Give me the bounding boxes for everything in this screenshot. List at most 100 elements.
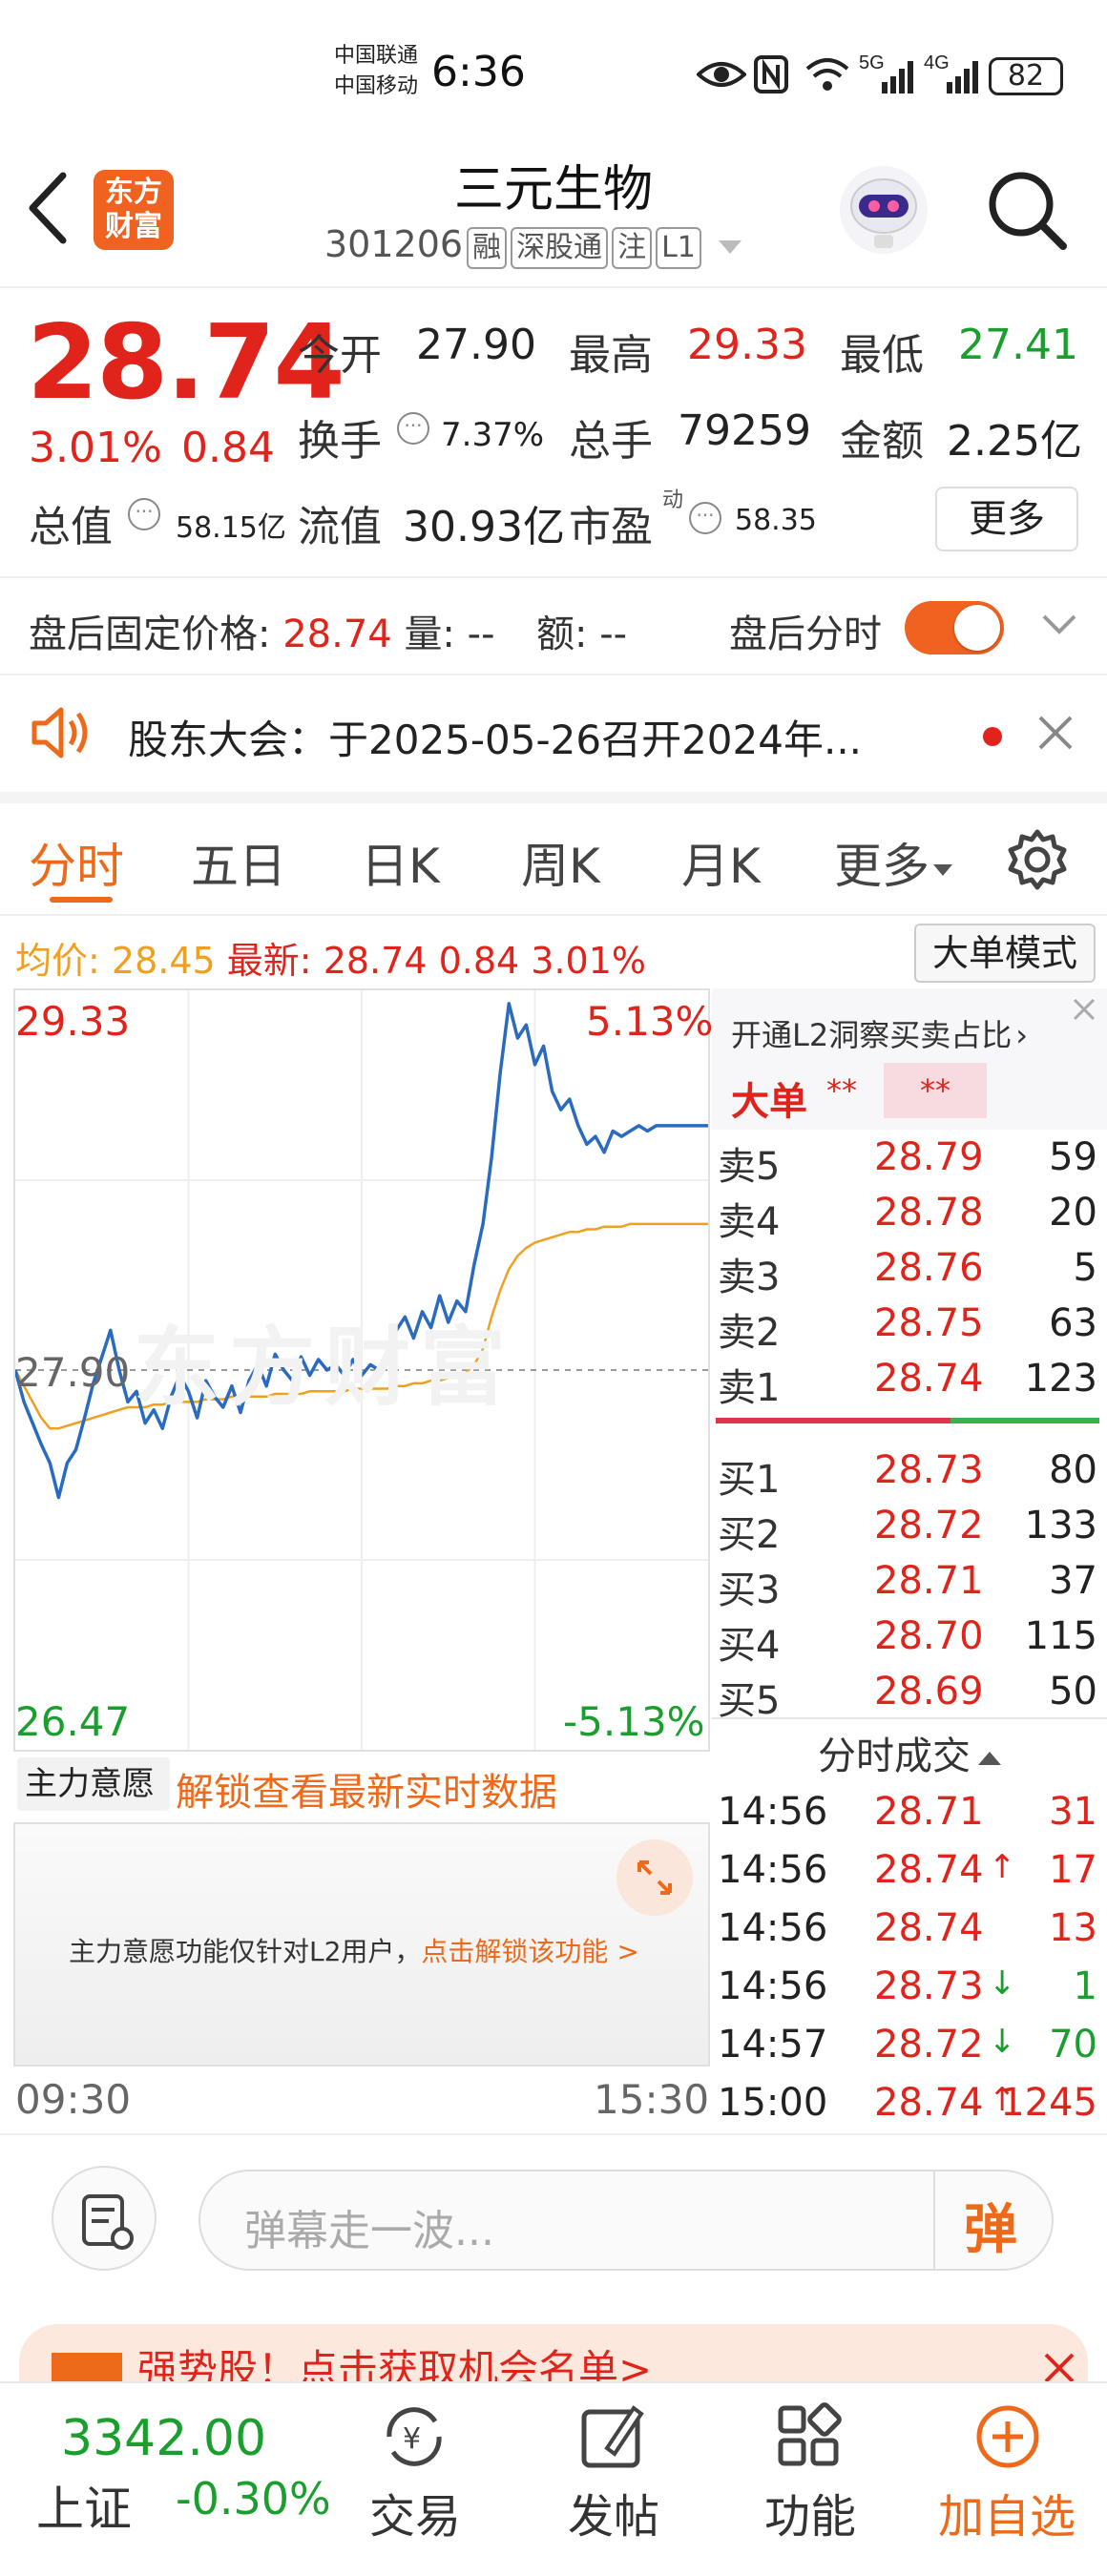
message-settings-icon[interactable] (52, 2166, 157, 2271)
trade-time: 14:56 (718, 1964, 828, 2008)
latest-label: 最新: (226, 940, 312, 982)
trade-price: 28.71 (874, 1790, 984, 1834)
trade-row: 14:56 28.74 ↑ 17 (712, 1844, 1107, 1902)
buy-volume: 37 (1049, 1559, 1097, 1603)
close-icon[interactable] (1065, 990, 1103, 1028)
tag-margin: 融 (467, 227, 508, 269)
stock-code-line[interactable]: 301206 融深股通注 L1 (324, 223, 741, 269)
promo-banner[interactable]: 强势股！点击获取机会名单> (19, 2324, 1088, 2385)
close-icon[interactable] (1036, 714, 1075, 756)
tab-more[interactable]: 更多 (834, 828, 952, 897)
functions-grid-icon[interactable] (771, 2399, 847, 2479)
tab-weekly-k[interactable]: 周K (521, 828, 600, 897)
l2-title[interactable]: 开通L2洞察买卖占比 › (731, 1011, 1028, 1055)
buy-label: 买1 (718, 1458, 781, 1502)
svg-text:4G: 4G (924, 52, 950, 73)
after-hours-amt-line: 额: -- (536, 603, 627, 658)
chevron-right-icon: › (1015, 1017, 1028, 1053)
sell-row: 卖3 28.76 5 (712, 1240, 1107, 1299)
chevron-down-icon[interactable] (1040, 611, 1078, 643)
wifi-icon (804, 55, 851, 97)
trade-icon[interactable]: ¥ (376, 2399, 452, 2479)
avg-value: 28.45 (111, 940, 216, 982)
nav-functions[interactable]: 功能 (748, 2479, 872, 2545)
buy-price: 28.70 (874, 1614, 984, 1658)
sell-row: 卖4 28.78 20 (712, 1185, 1107, 1244)
buy-ratio-bar (950, 1418, 1099, 1423)
add-watchlist-icon[interactable] (970, 2399, 1046, 2479)
close-icon[interactable] (1040, 2349, 1078, 2385)
carrier-2: 中国移动 (334, 74, 419, 98)
sell-label: 卖4 (718, 1200, 781, 1244)
buy-volume: 50 (1049, 1670, 1097, 1714)
danmu-button[interactable]: 弹 (964, 2187, 1017, 2264)
index-name[interactable]: 上证 (36, 2471, 132, 2540)
tag-connect: 深股通 (511, 227, 609, 269)
buy-volume: 80 (1049, 1448, 1097, 1492)
sell-price: 28.78 (874, 1191, 984, 1235)
nav-post[interactable]: 发帖 (552, 2479, 676, 2545)
buy-row: 买1 28.73 80 (712, 1443, 1107, 1502)
nav-trade[interactable]: 交易 (353, 2479, 477, 2545)
trade-volume: 1245 (1000, 2081, 1097, 2125)
expand-icon[interactable] (616, 1839, 693, 1916)
tab-daily-k[interactable]: 日K (361, 828, 440, 897)
chart-mid-price: 27.90 (15, 1349, 131, 1396)
trade-volume: 70 (1049, 2023, 1097, 2067)
info-icon[interactable]: ··· (397, 412, 429, 445)
l2-panel[interactable]: 开通L2洞察买卖占比 › 大单 ** ** (712, 988, 1107, 1130)
post-icon[interactable] (574, 2399, 651, 2479)
more-button[interactable]: 更多 (935, 487, 1078, 551)
trades-header[interactable]: 分时成交 (712, 1725, 1107, 1780)
main-force-label: 主力意愿 (25, 1765, 155, 1803)
avg-label: 均价: (15, 940, 100, 982)
sell-price: 28.79 (874, 1135, 984, 1179)
main-force-unlock-link[interactable]: 点击解锁该功能 > (421, 1936, 638, 1967)
buy-volume: 133 (1024, 1504, 1097, 1548)
buy-row: 买2 28.72 133 (712, 1498, 1107, 1557)
big-order-mode-button[interactable]: 大单模式 (914, 924, 1096, 983)
after-hours-vol: -- (467, 613, 495, 656)
info-icon[interactable]: ··· (128, 498, 160, 530)
info-icon[interactable]: ··· (689, 502, 721, 534)
trade-direction-icon: ↓ (989, 1964, 1016, 2003)
current-price: 28.74 (27, 303, 345, 423)
big-order-value: ** (826, 1072, 857, 1109)
trade-volume: 17 (1049, 1848, 1097, 1892)
tag-registered: 注 (612, 227, 653, 269)
svg-text:5G: 5G (859, 52, 885, 73)
nav-add-watchlist[interactable]: 加自选 (926, 2479, 1088, 2545)
pe-label: 市盈 (569, 503, 653, 551)
unlock-realtime-link[interactable]: 解锁查看最新实时数据 (176, 1761, 557, 1817)
comment-input[interactable]: 弹幕走一波... 弹 (198, 2170, 1054, 2271)
robot-assistant-icon[interactable] (836, 162, 931, 261)
stock-code: 301206 (324, 223, 464, 265)
tab-monthly-k[interactable]: 月K (681, 828, 761, 897)
high-label: 最高 (569, 331, 653, 380)
order-book-buys: 买1 28.73 80 买2 28.72 133 买3 28.71 37 买4 28.70 11… (712, 1443, 1107, 1723)
settings-gear-icon[interactable] (1004, 826, 1071, 897)
index-value[interactable]: 3342.00 (61, 2410, 266, 2467)
trade-price: 28.74 (874, 1906, 984, 1950)
high-value: 29.33 (687, 321, 807, 369)
buy-row: 买3 28.71 37 (712, 1553, 1107, 1612)
caret-down-icon (718, 239, 741, 254)
after-hours-toggle[interactable] (905, 601, 1004, 654)
main-force-dropdown[interactable]: 主力意愿 (17, 1757, 170, 1844)
trade-row: 14:56 28.71 31 (712, 1786, 1107, 1844)
volume-value: 79259 (678, 406, 811, 455)
notice-text[interactable]: 股东大会：于2025-05-26召开2024年... (128, 708, 862, 766)
stock-title: 三元生物 (453, 161, 653, 218)
sell-price: 28.74 (874, 1357, 984, 1401)
tab-intraday[interactable]: 分时 (29, 828, 124, 897)
chart-top-pct: 5.13% (586, 998, 714, 1045)
status-time: 6:36 (431, 48, 526, 96)
buy-label: 买3 (718, 1568, 781, 1612)
time-start: 09:30 (15, 2076, 132, 2123)
search-icon[interactable] (985, 168, 1071, 258)
sell-row: 卖5 28.79 59 (712, 1130, 1107, 1189)
nfc-icon (754, 55, 788, 97)
tab-five-day[interactable]: 五日 (191, 828, 286, 897)
tag-level: L1 (656, 227, 701, 269)
latest-change-pct: 3.01% (531, 940, 647, 982)
